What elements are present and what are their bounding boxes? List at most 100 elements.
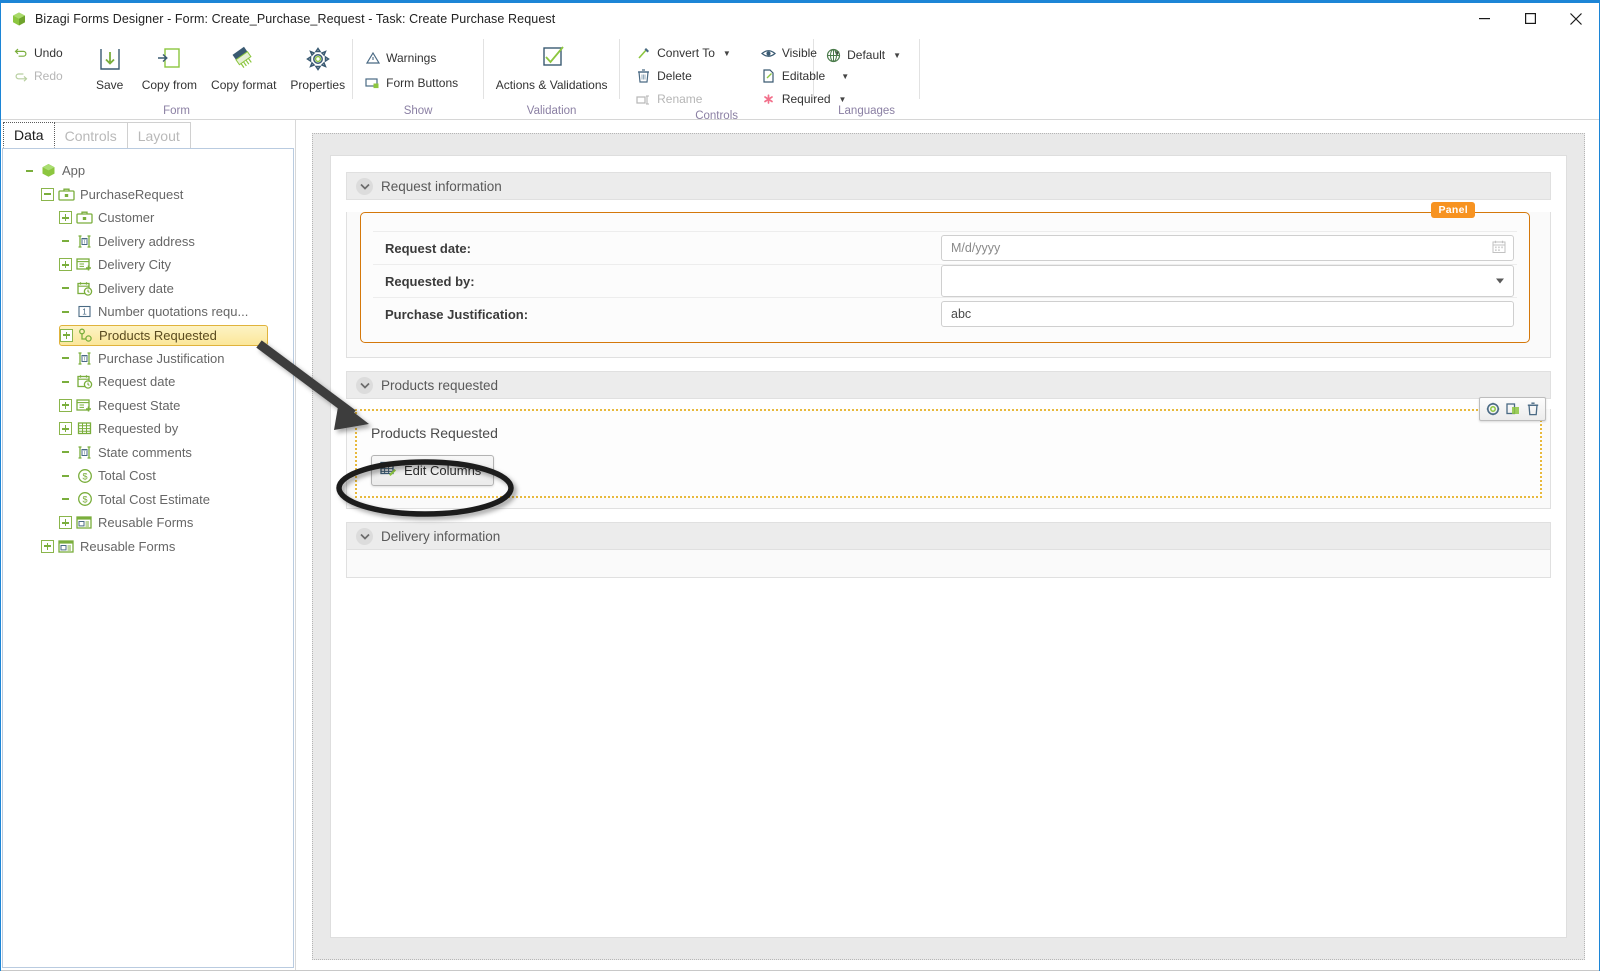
delete-button[interactable]: Delete <box>630 65 737 87</box>
tree-item[interactable]: Customer <box>59 206 293 230</box>
delete-icon[interactable] <box>1525 402 1540 417</box>
tree-item[interactable]: $ Total Cost <box>59 464 293 488</box>
tree-item[interactable]: 1 Number quotations requ... <box>59 300 293 324</box>
convert-to-button[interactable]: Convert To ▼ <box>630 42 737 64</box>
expand-plus-icon[interactable] <box>59 398 72 412</box>
gear-icon[interactable] <box>1485 402 1500 417</box>
svg-text:T: T <box>83 356 86 362</box>
tree-item[interactable]: Request date <box>59 370 293 394</box>
purchase-justification-input[interactable]: abc <box>941 301 1514 327</box>
expand-plus-icon[interactable] <box>41 539 54 553</box>
form-buttons-button[interactable]: Form Buttons <box>359 72 464 94</box>
collapse-minus-icon[interactable] <box>41 187 54 201</box>
section-body-request-information: Panel Request date: M/d/yyyy Requested b… <box>346 202 1551 358</box>
entity-box-icon <box>76 209 93 226</box>
visible-label: Visible <box>781 46 817 60</box>
tree-item-label: Products Requested <box>99 327 217 343</box>
save-button[interactable]: Save <box>85 38 135 92</box>
section-header-delivery-information[interactable]: Delivery information <box>346 522 1551 550</box>
products-grid-control[interactable]: Products Requested Edit Columns <box>355 397 1546 498</box>
expand-plus-icon[interactable] <box>59 211 72 225</box>
section-title: Request information <box>381 178 502 194</box>
tree-item[interactable]: Reusable Forms <box>41 535 293 559</box>
tree-item[interactable]: Reusable Forms <box>59 511 293 535</box>
tree-item[interactable]: T State comments <box>59 441 293 465</box>
svg-text:1: 1 <box>82 308 87 317</box>
tab-controls[interactable]: Controls <box>53 122 128 148</box>
section-header-products-requested[interactable]: Products requested <box>346 371 1551 399</box>
date-time-icon <box>76 280 93 297</box>
left-pane: Data Controls Layout App PurchaseRequest C… <box>1 120 296 970</box>
rename-icon <box>636 92 651 107</box>
tab-data[interactable]: Data <box>3 122 55 148</box>
tree-expander-spacer <box>59 469 72 482</box>
panel-container[interactable]: Panel Request date: M/d/yyyy Requested b… <box>360 202 1530 343</box>
tree-expander-spacer <box>59 493 72 506</box>
text-field-icon: T <box>76 350 93 367</box>
tree-item[interactable]: PurchaseRequest <box>41 183 293 207</box>
tree-expander-spacer <box>59 446 72 459</box>
tree-item[interactable]: Delivery City <box>59 253 293 277</box>
minimize-icon[interactable] <box>1461 3 1507 34</box>
maximize-icon[interactable] <box>1507 3 1553 34</box>
close-icon[interactable] <box>1553 3 1599 34</box>
tree-item-label: Delivery address <box>98 233 195 249</box>
tree-item[interactable]: T Delivery address <box>59 230 293 254</box>
undo-redo-column: Undo Redo <box>1 38 73 87</box>
redo-button[interactable]: Redo <box>7 65 69 87</box>
copy-format-label: Copy format <box>211 78 277 92</box>
expand-plus-icon[interactable] <box>59 258 72 272</box>
copy-format-icon <box>229 41 259 77</box>
app-cube-icon <box>40 162 57 179</box>
ribbon-group-validation: Actions & Validations Validation <box>484 34 619 120</box>
tab-layout[interactable]: Layout <box>126 122 191 148</box>
copy-format-button[interactable]: Copy format <box>204 38 283 92</box>
table-edit-icon <box>380 461 397 480</box>
tree-item[interactable]: Request State <box>59 394 293 418</box>
section-header-request-information[interactable]: Request information <box>346 172 1551 200</box>
warnings-label: Warnings <box>386 51 437 65</box>
rename-button[interactable]: Rename <box>630 88 737 110</box>
delete-label: Delete <box>657 69 692 83</box>
tree-expander-spacer <box>59 375 72 388</box>
window-title: Bizagi Forms Designer - Form: Create_Pur… <box>35 11 556 26</box>
actions-validations-button[interactable]: Actions & Validations <box>489 38 615 92</box>
duplicate-icon[interactable] <box>1505 402 1520 417</box>
field-label: Request date: <box>385 240 471 256</box>
tree-item[interactable]: T Purchase Justification <box>59 347 293 371</box>
ribbon-group-label-validation: Validation <box>526 105 577 117</box>
ribbon-group-languages: Default ▼ Languages <box>814 34 919 120</box>
dropdown-caret-icon[interactable] <box>1496 278 1504 284</box>
entity-box-icon <box>58 186 75 203</box>
chevron-down-icon[interactable] <box>356 376 373 394</box>
redo-label: Redo <box>34 69 63 83</box>
undo-button[interactable]: Undo <box>7 42 69 64</box>
calendar-icon[interactable] <box>1492 240 1506 257</box>
expand-plus-icon[interactable] <box>59 422 72 436</box>
chevron-down-icon[interactable]: ▼ <box>893 51 901 60</box>
section-delivery-information: Delivery information <box>346 522 1551 578</box>
tree-item[interactable]: App <box>23 159 293 183</box>
tree-item[interactable]: $ Total Cost Estimate <box>59 488 293 512</box>
tree-item[interactable]: Delivery date <box>59 277 293 301</box>
edit-columns-button[interactable]: Edit Columns <box>371 455 495 486</box>
requested-by-dropdown[interactable] <box>941 265 1514 297</box>
tree-item[interactable]: Requested by <box>59 417 293 441</box>
tree-item-label: Request State <box>98 397 181 413</box>
properties-button[interactable]: Properties <box>283 38 352 92</box>
form-buttons-icon <box>365 76 380 91</box>
ribbon-group-form: Undo Redo Save Copy from Copy format Pro… <box>1 34 352 120</box>
request-date-input[interactable]: M/d/yyyy <box>941 235 1514 261</box>
field-label: Purchase Justification: <box>385 306 529 322</box>
tree-item-selected[interactable]: Products Requested <box>59 324 268 346</box>
copy-from-button[interactable]: Copy from <box>135 38 204 92</box>
data-tree-panel: App PurchaseRequest Customer T Delivery addr… <box>2 148 294 968</box>
chevron-down-icon[interactable] <box>356 527 373 545</box>
default-language-button[interactable]: Default ▼ <box>820 44 907 66</box>
expand-plus-icon[interactable] <box>60 328 73 342</box>
chevron-down-icon[interactable] <box>356 177 373 195</box>
warnings-button[interactable]: Warnings <box>359 47 464 69</box>
chevron-down-icon[interactable]: ▼ <box>723 49 731 58</box>
expand-plus-icon[interactable] <box>59 516 72 530</box>
tree-expander-spacer <box>59 235 72 248</box>
